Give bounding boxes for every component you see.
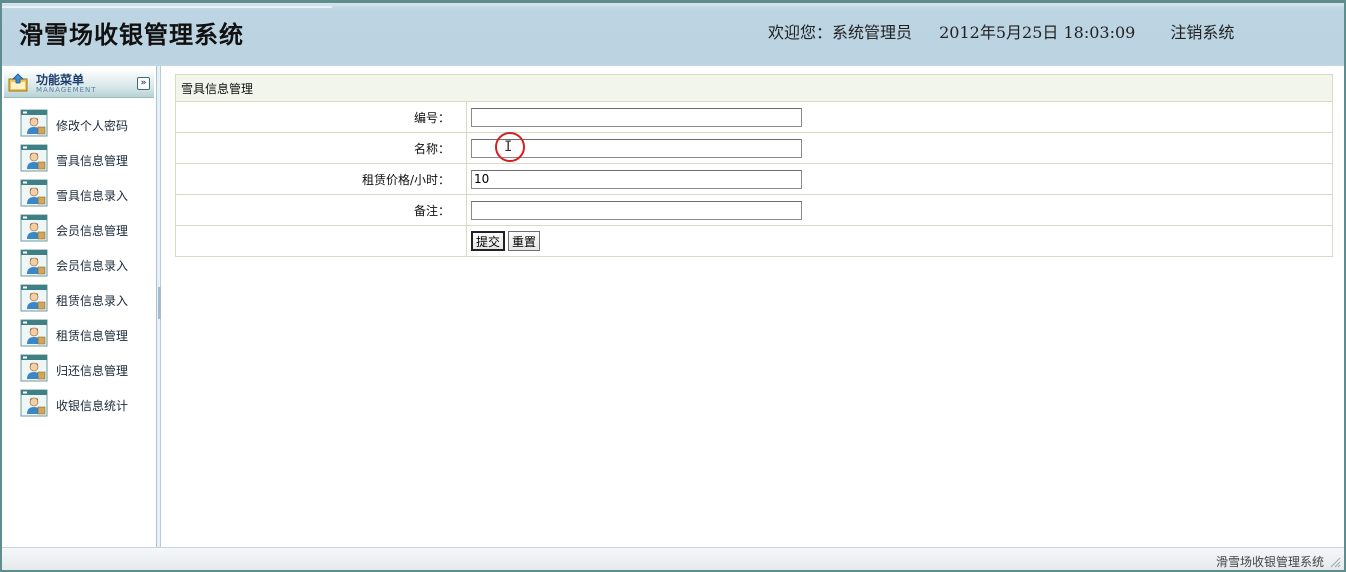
menu-subtitle: MANAGEMENT	[36, 86, 97, 94]
app-window: 滑雪场收银管理系统 欢迎您：系统管理员 2012年5月25日 18:03:09 …	[0, 0, 1346, 572]
user-window-icon	[20, 179, 48, 207]
user-window-icon	[20, 109, 48, 137]
reset-button[interactable]: 重置	[508, 231, 541, 252]
form-row-price: 租赁价格/小时：	[175, 163, 1333, 195]
field-label-id: 编号：	[175, 101, 467, 133]
resize-grip-icon[interactable]	[1329, 556, 1341, 568]
chevron-double-down-icon[interactable]: »	[137, 77, 150, 90]
sidebar-item-label: 租赁信息管理	[56, 329, 129, 343]
form-row-remark: 备注：	[175, 194, 1333, 226]
sidebar-item-label: 收银信息统计	[56, 399, 129, 413]
menu-header[interactable]: 功能菜单 MANAGEMENT »	[4, 69, 154, 98]
menu-list: 修改个人密码 雪具信息管理 雪具信息录入 会员信息管理 会员信息录入 租赁信息录入 租赁信息…	[2, 108, 157, 423]
menu-folder-icon	[8, 73, 28, 92]
sidebar-item[interactable]: 收银信息统计	[2, 388, 157, 423]
logout-link[interactable]: 注销系统	[1170, 19, 1234, 43]
status-bar: 滑雪场收银管理系统	[2, 547, 1344, 572]
sidebar: 功能菜单 MANAGEMENT » 修改个人密码 雪具信息管理 雪具信息录入 会员信息…	[2, 66, 157, 547]
user-window-icon	[20, 249, 48, 277]
main-content: 雪具信息管理 编号： 名称： 租赁价格/小时： 备注： 提交重置	[175, 74, 1333, 257]
section-title-row: 雪具信息管理	[175, 74, 1333, 102]
sidebar-item-label: 会员信息录入	[56, 259, 129, 273]
field-label-price: 租赁价格/小时：	[175, 163, 467, 195]
sidebar-item[interactable]: 租赁信息录入	[2, 283, 157, 318]
splitter-handle[interactable]	[158, 287, 161, 319]
user-window-icon	[20, 389, 48, 417]
submit-button[interactable]: 提交	[471, 230, 506, 251]
sidebar-item-label: 雪具信息录入	[56, 189, 129, 203]
sidebar-item[interactable]: 会员信息管理	[2, 213, 157, 248]
id-input[interactable]	[471, 107, 802, 127]
user-window-icon	[20, 144, 48, 172]
status-text: 滑雪场收银管理系统	[1215, 555, 1324, 569]
sidebar-item[interactable]: 租赁信息管理	[2, 318, 157, 353]
price-input[interactable]	[471, 169, 802, 189]
sidebar-item-label: 租赁信息录入	[56, 294, 129, 308]
user-window-icon	[20, 354, 48, 382]
welcome-text: 欢迎您：系统管理员	[768, 23, 913, 42]
remark-input[interactable]	[471, 200, 802, 220]
header-bar: 滑雪场收银管理系统 欢迎您：系统管理员 2012年5月25日 18:03:09 …	[2, 0, 1344, 66]
field-label-remark: 备注：	[175, 194, 467, 226]
app-title: 滑雪场收银管理系统	[19, 20, 244, 49]
sidebar-item-label: 归还信息管理	[56, 364, 129, 378]
text-cursor-icon: I	[504, 139, 513, 155]
form-row-name: 名称：	[175, 132, 1333, 164]
sidebar-item[interactable]: 归还信息管理	[2, 353, 157, 388]
form-row-id: 编号：	[175, 101, 1333, 133]
form-row-actions: 提交 重置	[175, 225, 1333, 257]
header-highlight	[2, 6, 332, 8]
sidebar-item[interactable]: 雪具信息录入	[2, 178, 157, 213]
user-window-icon	[20, 284, 48, 312]
user-window-icon	[20, 319, 48, 347]
user-window-icon	[20, 214, 48, 242]
sidebar-item-label: 修改个人密码	[56, 119, 129, 133]
sidebar-item-label: 雪具信息管理	[56, 154, 129, 168]
section-title: 雪具信息管理	[175, 74, 1333, 102]
sidebar-item[interactable]: 会员信息录入	[2, 248, 157, 283]
sidebar-item-label: 会员信息管理	[56, 224, 129, 238]
datetime-text: 2012年5月25日 18:03:09	[939, 23, 1136, 42]
header-user-info: 欢迎您：系统管理员 2012年5月25日 18:03:09 注销系统	[768, 19, 1234, 43]
field-label-name: 名称：	[175, 132, 467, 164]
sidebar-item[interactable]: 雪具信息管理	[2, 143, 157, 178]
sidebar-item[interactable]: 修改个人密码	[2, 108, 157, 143]
form-table: 雪具信息管理 编号： 名称： 租赁价格/小时： 备注： 提交重置	[175, 74, 1333, 257]
